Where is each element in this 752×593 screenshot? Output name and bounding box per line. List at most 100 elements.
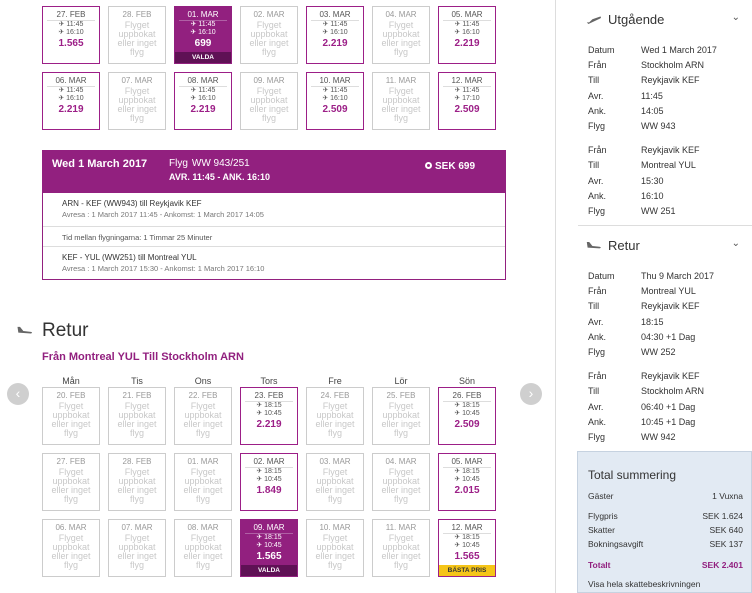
plane-landing-icon [17,326,33,334]
summary-value: SEK 137 [709,539,743,549]
calendar-day[interactable]: 12. MAR ✈ 11:45 ✈ 17:10 2.509 [438,72,496,130]
summary-row: Gäster 1 Vuxna [588,491,743,501]
arrival-time: ✈ 10:45 [256,542,282,549]
arrival-time: ✈ 16:10 [190,29,216,36]
calendar-day[interactable]: 09. MAR ✈ 18:15 ✈ 10:45 1.565 VALDA [240,519,298,577]
calendar-day[interactable]: 26. FEB ✈ 18:15 ✈ 10:45 2.509 [438,387,496,445]
calendar-day: 27. FEB Flyget uppbokat eller inget flyg [42,453,100,511]
info-value: 15:30 [641,175,664,186]
calendar-day[interactable]: 06. MAR ✈ 11:45 ✈ 16:10 2.219 [42,72,100,130]
unavailable-text: Flyget uppbokat eller inget flyg [117,86,157,123]
day-date: 01. MAR [187,457,219,466]
detail-price-radio[interactable]: SEK 699 [425,161,475,172]
calendar-day[interactable]: 05. MAR ✈ 18:15 ✈ 10:45 2.015 [438,453,496,511]
summary-label: Gäster [588,491,614,501]
info-label: Ank. [588,190,607,201]
info-label: Ank. [588,416,607,427]
info-label: Avr. [588,175,604,186]
info-value: Reykjavik KEF [641,301,700,312]
info-label: Ank. [588,331,607,342]
segment-1: ARN - KEF (WW943) till Reykjavik KEF Avr… [43,193,505,227]
info-label: Till [588,75,600,86]
calendar-day: 01. MAR Flyget uppbokat eller inget flyg [174,453,232,511]
info-value: 18:15 [641,316,664,327]
info-row: Flyg WW 252 [578,345,752,360]
day-price: 1.849 [256,485,282,496]
info-label: Flyg [588,120,606,131]
day-date: 04. MAR [385,457,417,466]
unavailable-text: Flyget uppbokat eller inget flyg [117,20,157,57]
calendar-day[interactable]: 12. MAR ✈ 18:15 ✈ 10:45 1.565 BÄSTA PRIS [438,519,496,577]
chevron-down-icon: ⌄ [731,12,740,23]
calendar-day[interactable]: 23. FEB ✈ 18:15 ✈ 10:45 2.219 [240,387,298,445]
calendar-day[interactable]: 10. MAR ✈ 11:45 ✈ 16:10 2.509 [306,72,364,130]
calendar-day: 10. MAR Flyget uppbokat eller inget flyg [306,519,364,577]
calendar-day: 07. MAR Flyget uppbokat eller inget flyg [108,519,166,577]
day-date: 12. MAR [443,76,491,87]
day-price: 2.015 [454,485,480,496]
calendar-day: 28. FEB Flyget uppbokat eller inget flyg [108,6,166,64]
arrival-time: ✈ 16:10 [58,95,84,102]
sidebar-return: Retur ⌄ Datum Thu 9 March 2017 Från Montrea… [578,235,752,445]
day-date: 10. MAR [319,523,351,532]
info-row: Avr. 06:40 +1 Dag [578,400,752,415]
day-price: 1.565 [256,551,282,562]
day-price: 2.219 [58,104,84,115]
arrival-time: ✈ 17:10 [454,95,480,102]
info-row: Ank. 10:45 +1 Dag [578,415,752,430]
calendar-day[interactable]: 05. MAR ✈ 11:45 ✈ 16:10 2.219 [438,6,496,64]
unavailable-text: Flyget uppbokat eller inget flyg [381,86,421,123]
info-label: Till [588,386,600,397]
chevron-down-icon: ⌄ [731,238,740,249]
calendar-day[interactable]: 27. FEB ✈ 11:45 ✈ 16:10 1.565 [42,6,100,64]
day-price: 2.509 [454,104,480,115]
day-date: 11. MAR [385,76,417,85]
divider [555,0,556,593]
departure-time: ✈ 11:45 [322,87,348,94]
summary-label: Skatter [588,525,615,535]
day-date: 24. FEB [320,391,350,400]
unavailable-text: Flyget uppbokat eller inget flyg [249,20,289,57]
day-price: 699 [194,38,212,49]
return-rows: Datum Thu 9 March 2017 Från Montreal YUL Til… [578,269,752,445]
calendar-day[interactable]: 01. MAR ✈ 11:45 ✈ 16:10 699 VALDA [174,6,232,64]
unavailable-text: Flyget uppbokat eller inget flyg [381,533,421,570]
day-date: 22. FEB [188,391,218,400]
unavailable-text: Flyget uppbokat eller inget flyg [117,467,157,504]
arrival-time: ✈ 10:45 [256,476,282,483]
info-label: Flyg [588,205,606,216]
outbound-toggle[interactable]: Utgående ⌄ [578,9,752,35]
info-row: Från Reykjavik KEF [578,143,752,158]
calendar-day: 04. MAR Flyget uppbokat eller inget flyg [372,6,430,64]
calendar-day[interactable]: 02. MAR ✈ 18:15 ✈ 10:45 1.849 [240,453,298,511]
unavailable-text: Flyget uppbokat eller inget flyg [183,401,223,438]
info-value: Montreal YUL [641,286,696,297]
info-value: 14:05 [641,105,664,116]
calendar-day: 09. MAR Flyget uppbokat eller inget flyg [240,72,298,130]
day-date: 07. MAR [121,523,153,532]
day-date: 02. MAR [245,457,293,468]
summary-value: 1 Vuxna [712,491,743,501]
tax-details-link[interactable]: Visa hela skattebeskrivningen [588,579,700,589]
return-toggle[interactable]: Retur ⌄ [578,235,752,261]
info-label: Ank. [588,105,607,116]
info-label: Från [588,286,607,297]
calendar-day: 20. FEB Flyget uppbokat eller inget flyg [42,387,100,445]
summary-label: Totalt [588,560,611,570]
unavailable-text: Flyget uppbokat eller inget flyg [315,467,355,504]
calendar-day[interactable]: 08. MAR ✈ 11:45 ✈ 16:10 2.219 [174,72,232,130]
calendar-day[interactable]: 03. MAR ✈ 11:45 ✈ 16:10 2.219 [306,6,364,64]
info-row: Datum Thu 9 March 2017 [578,269,752,284]
weekday-header: Tors [260,376,278,386]
day-price: 2.219 [322,38,348,49]
arrival-time: ✈ 10:45 [256,410,282,417]
info-row: Avr. 11:45 [578,89,752,104]
prev-week-button[interactable]: ‹ [7,383,29,405]
next-week-button[interactable]: › [520,383,542,405]
summary-value: SEK 2.401 [701,560,743,570]
day-price: 1.565 [58,38,84,49]
info-label: Datum [588,45,615,55]
summary-row: Skatter SEK 640 [588,525,743,535]
departure-time: ✈ 11:45 [58,21,84,28]
